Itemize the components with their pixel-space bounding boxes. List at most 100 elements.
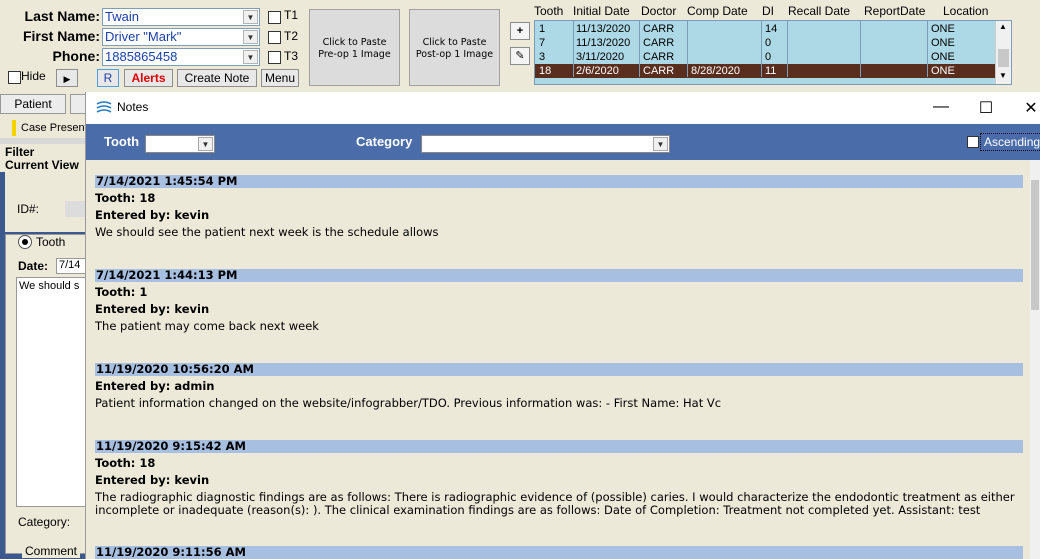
column-divider <box>687 21 688 77</box>
paste-preop-image[interactable]: Click to Paste Pre-op 1 Image <box>309 9 400 86</box>
cell-doctor: CARR <box>643 65 675 77</box>
chevron-down-icon[interactable]: ▼ <box>243 50 258 64</box>
app-logo-icon <box>96 101 112 113</box>
col-initial-date[interactable]: Initial Date <box>573 4 630 18</box>
note-body: Patient information changed on the websi… <box>95 396 722 410</box>
col-location[interactable]: Location <box>943 4 988 18</box>
current-view-label: Current View <box>5 158 79 172</box>
cell-location: ONE <box>931 37 955 49</box>
notes-title-bar[interactable]: Notes — ☐ ✕ <box>86 92 1040 124</box>
column-divider <box>860 21 861 77</box>
note-tooth: Tooth: 18 <box>95 191 156 205</box>
table-row-selected[interactable]: 18 2/6/2020 CARR 8/28/2020 11 ONE <box>535 64 995 78</box>
note-timestamp: 11/19/2020 10:56:20 AM <box>95 363 1023 376</box>
patient-header: Last Name: Twain ▼ T1 First Name: Driver… <box>0 0 1040 92</box>
t1-checkbox[interactable] <box>268 11 281 24</box>
cell-doctor: CARR <box>643 23 675 35</box>
add-tooth-button[interactable]: + <box>510 22 530 40</box>
note-timestamp: 11/19/2020 9:15:42 AM <box>95 440 1023 453</box>
col-report-date[interactable]: ReportDate <box>864 4 925 18</box>
tab-patient[interactable]: Patient <box>0 94 66 114</box>
ascending-label[interactable]: Ascending <box>980 133 1040 151</box>
cell-initial-date: 11/13/2020 <box>576 23 631 35</box>
col-doctor[interactable]: Doctor <box>641 4 676 18</box>
notes-window: Notes — ☐ ✕ Tooth ▼ Category ▼ Ascending… <box>85 92 1040 559</box>
note-text-area[interactable]: We should s <box>16 277 91 507</box>
note-body: The patient may come back next week <box>95 319 319 333</box>
create-note-button[interactable]: Create Note <box>177 69 257 87</box>
column-divider <box>927 21 928 77</box>
note-entered-by: Entered by: kevin <box>95 302 210 316</box>
case-present-marker <box>12 120 16 136</box>
tooth-radio[interactable] <box>18 235 32 249</box>
date-label: Date: <box>18 259 49 273</box>
table-row[interactable]: 3 3/11/2020 CARR 0 ONE <box>535 50 995 64</box>
cell-doctor: CARR <box>643 51 675 63</box>
chevron-down-icon[interactable]: ▼ <box>999 71 1007 80</box>
chevron-up-icon[interactable]: ▲ <box>999 22 1007 31</box>
play-arrow-icon: ▶ <box>63 74 71 84</box>
tooth-filter-select[interactable]: ▼ <box>145 135 215 153</box>
phone-label: Phone: <box>52 48 100 64</box>
t3-checkbox[interactable] <box>268 51 281 64</box>
cell-doctor: CARR <box>643 37 675 49</box>
col-recall-date[interactable]: Recall Date <box>788 4 850 18</box>
cell-location: ONE <box>931 51 955 63</box>
id-section: ID#: <box>5 172 90 232</box>
column-divider <box>639 21 640 77</box>
alerts-button[interactable]: Alerts <box>124 69 173 87</box>
chevron-down-icon[interactable]: ▼ <box>243 30 258 44</box>
col-tooth[interactable]: Tooth <box>534 4 563 18</box>
close-icon[interactable]: ✕ <box>1021 98 1040 118</box>
paste-postop-line2: Post-op 1 Image <box>415 49 494 60</box>
cell-comp-date: 8/28/2020 <box>691 65 740 77</box>
table-row[interactable]: 7 11/13/2020 CARR 0 ONE <box>535 36 995 50</box>
cell-location: ONE <box>931 23 955 35</box>
paste-postop-image[interactable]: Click to Paste Post-op 1 Image <box>409 9 500 86</box>
notes-scrollbar[interactable] <box>1030 160 1040 559</box>
expand-arrow-button[interactable]: ▶ <box>56 69 78 87</box>
r-button[interactable]: R <box>97 69 119 87</box>
note-entered-by: Entered by: kevin <box>95 473 210 487</box>
note-entry: 11/19/2020 9:11:56 AM <box>95 546 1023 559</box>
background-main-panel: Patient Case Present Filter Current View… <box>0 92 91 559</box>
paste-preop-line1: Click to Paste <box>322 37 387 48</box>
category-filter-label: Category <box>356 134 413 149</box>
cell-di: 11 <box>765 65 777 77</box>
scrollbar-thumb[interactable] <box>1031 180 1039 310</box>
phone-combo[interactable]: 1885865458 ▼ <box>102 48 260 66</box>
case-present-label[interactable]: Case Present <box>21 122 88 134</box>
phone-value: 1885865458 <box>105 49 178 64</box>
chevron-down-icon[interactable]: ▼ <box>198 137 213 151</box>
cell-location: ONE <box>931 65 955 77</box>
scrollbar-thumb[interactable] <box>998 49 1009 67</box>
comment-label: Comment <box>22 544 81 558</box>
chevron-down-icon[interactable]: ▼ <box>653 137 668 151</box>
col-di[interactable]: DI <box>762 4 774 18</box>
filter-header: Filter Current View <box>0 144 90 172</box>
filter-label: Filter <box>5 145 35 159</box>
notes-list: 7/14/2021 1:45:54 PM Tooth: 18 Entered b… <box>86 160 1031 559</box>
note-entry: 11/19/2020 10:56:20 AM Entered by: admin… <box>95 363 1023 410</box>
ascending-checkbox[interactable] <box>967 136 979 148</box>
chevron-down-icon[interactable]: ▼ <box>243 10 258 24</box>
cell-initial-date: 11/13/2020 <box>576 37 631 49</box>
paste-postop-line1: Click to Paste <box>422 37 487 48</box>
note-entered-by: Entered by: kevin <box>95 208 210 222</box>
first-name-combo[interactable]: Driver "Mark" ▼ <box>102 28 260 46</box>
cell-tooth: 3 <box>539 51 546 63</box>
last-name-combo[interactable]: Twain ▼ <box>102 8 260 26</box>
table-row[interactable]: 1 11/13/2020 CARR 14 ONE <box>535 22 995 36</box>
category-filter-select[interactable]: ▼ <box>421 135 670 153</box>
edit-tooth-button[interactable]: ✎ <box>510 47 530 65</box>
col-comp-date[interactable]: Comp Date <box>687 4 748 18</box>
note-timestamp: 7/14/2021 1:44:13 PM <box>95 269 1023 282</box>
minimize-icon[interactable]: — <box>931 98 951 116</box>
hide-label: Hide <box>21 69 46 83</box>
paste-preop-line2: Pre-op 1 Image <box>318 49 391 60</box>
maximize-icon[interactable]: ☐ <box>976 98 996 118</box>
t2-checkbox[interactable] <box>268 31 281 44</box>
hide-checkbox[interactable] <box>8 71 21 84</box>
menu-button[interactable]: Menu <box>261 69 299 87</box>
teeth-table-scrollbar[interactable]: ▲ ▼ <box>995 21 1011 84</box>
